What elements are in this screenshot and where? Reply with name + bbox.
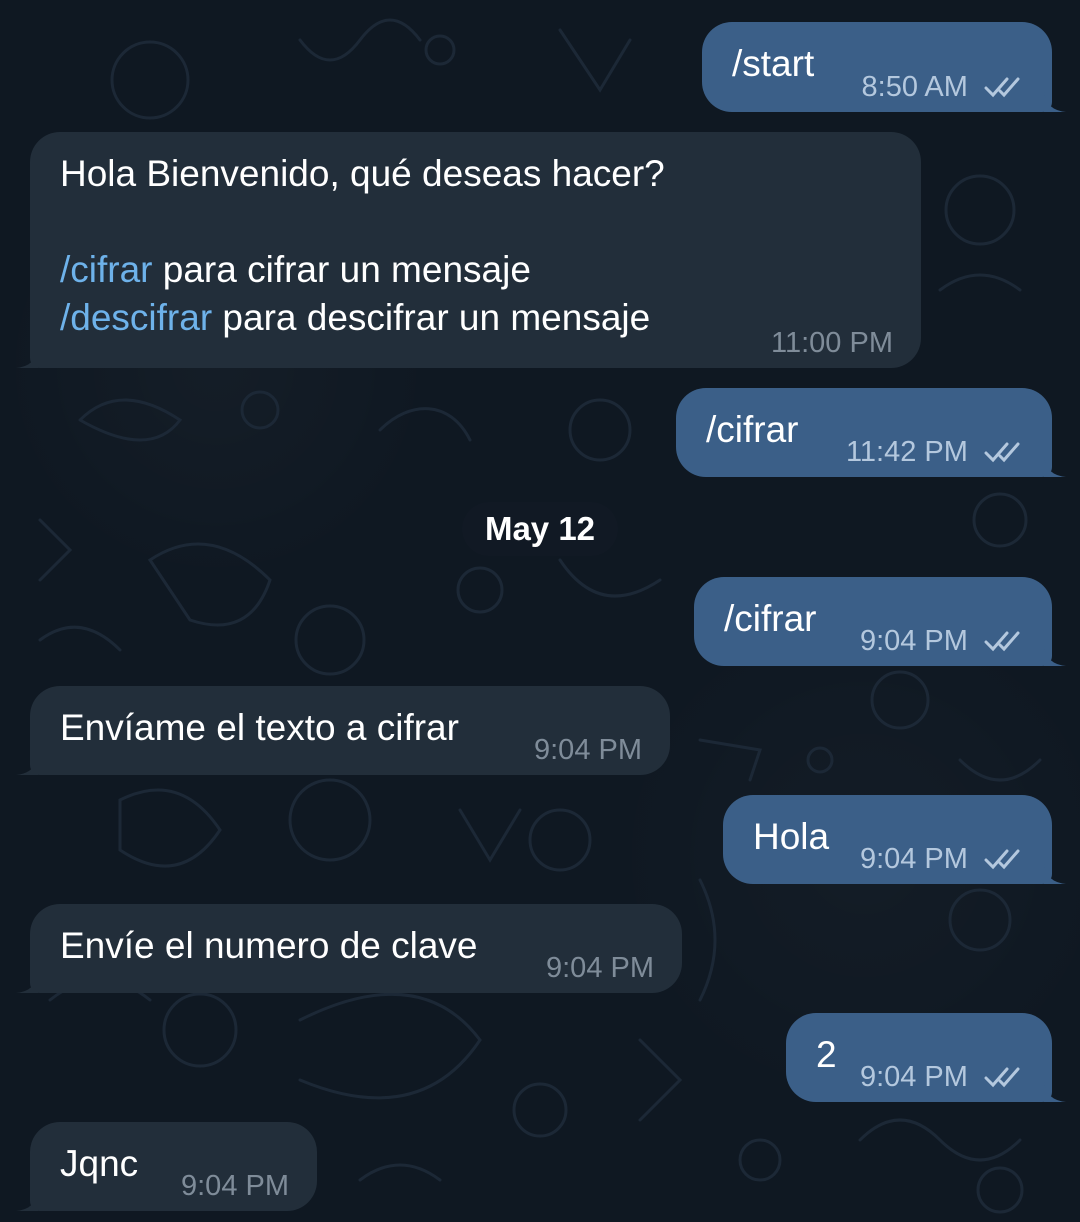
double-check-icon xyxy=(984,77,1020,98)
message-bubble-outgoing[interactable]: /cifrar 11:42 PM xyxy=(676,388,1066,477)
message-line: Hola Bienvenido, qué deseas hacer? xyxy=(60,150,893,198)
chat-area[interactable]: /start 8:50 AM Hola Bienvenido, qué dese… xyxy=(0,0,1080,1222)
message-bubble-incoming[interactable]: Hola Bienvenido, qué deseas hacer? /cifr… xyxy=(16,132,921,368)
message-bubble-incoming[interactable]: Envíame el texto a cifrar 9:04 PM xyxy=(16,686,670,775)
message-time: 11:00 PM xyxy=(771,327,893,359)
double-check-icon xyxy=(984,442,1020,463)
bubble-tail xyxy=(1044,92,1066,112)
message-time: 9:04 PM xyxy=(860,1062,1028,1092)
message-line: /descifrar para descifrar un mensaje xyxy=(60,294,893,342)
message-time: 9:04 PM xyxy=(860,626,1028,656)
message-bubble-outgoing[interactable]: /cifrar 9:04 PM xyxy=(694,577,1066,666)
message-bubble-outgoing[interactable]: 2 9:04 PM xyxy=(786,1013,1066,1102)
bubble-tail xyxy=(1044,864,1066,884)
command-link-cifrar[interactable]: /cifrar xyxy=(60,249,153,290)
bubble-tail xyxy=(16,973,38,993)
message-time: 9:04 PM xyxy=(860,844,1028,874)
bubble-tail xyxy=(1044,1082,1066,1102)
message-time-text: 8:50 AM xyxy=(861,71,968,103)
message-time: 8:50 AM xyxy=(862,72,1028,102)
message-time: 11:42 PM xyxy=(846,437,1028,467)
bubble-tail xyxy=(1044,457,1066,477)
message-line-blank xyxy=(60,198,893,246)
message-text: Hola Bienvenido, qué deseas hacer? xyxy=(60,153,665,194)
double-check-icon xyxy=(984,631,1020,652)
message-time-text: 9:04 PM xyxy=(859,843,968,875)
message-text: para descifrar un mensaje xyxy=(212,297,651,338)
bubble-tail xyxy=(16,348,38,368)
message-bubble-incoming[interactable]: Jqnc 9:04 PM xyxy=(16,1122,317,1211)
message-time: 9:04 PM xyxy=(534,734,642,766)
message-time-text: 9:04 PM xyxy=(859,625,968,657)
date-separator: May 12 xyxy=(462,502,618,556)
command-link-descifrar[interactable]: /descifrar xyxy=(60,297,212,338)
message-text: para cifrar un mensaje xyxy=(152,249,531,290)
double-check-icon xyxy=(984,849,1020,870)
message-bubble-incoming[interactable]: Envíe el numero de clave 9:04 PM xyxy=(16,904,682,993)
message-line: /cifrar para cifrar un mensaje xyxy=(60,246,893,294)
bubble-tail xyxy=(16,1191,38,1211)
message-time: 9:04 PM xyxy=(546,952,654,984)
message-time: 9:04 PM xyxy=(181,1170,289,1202)
message-time-text: 9:04 PM xyxy=(859,1061,968,1093)
message-bubble-outgoing[interactable]: /start 8:50 AM xyxy=(702,22,1066,112)
bubble-tail xyxy=(16,755,38,775)
double-check-icon xyxy=(984,1067,1020,1088)
message-time-text: 11:42 PM xyxy=(845,436,968,468)
bubble-tail xyxy=(1044,646,1066,666)
message-bubble-outgoing[interactable]: Hola 9:04 PM xyxy=(723,795,1066,884)
